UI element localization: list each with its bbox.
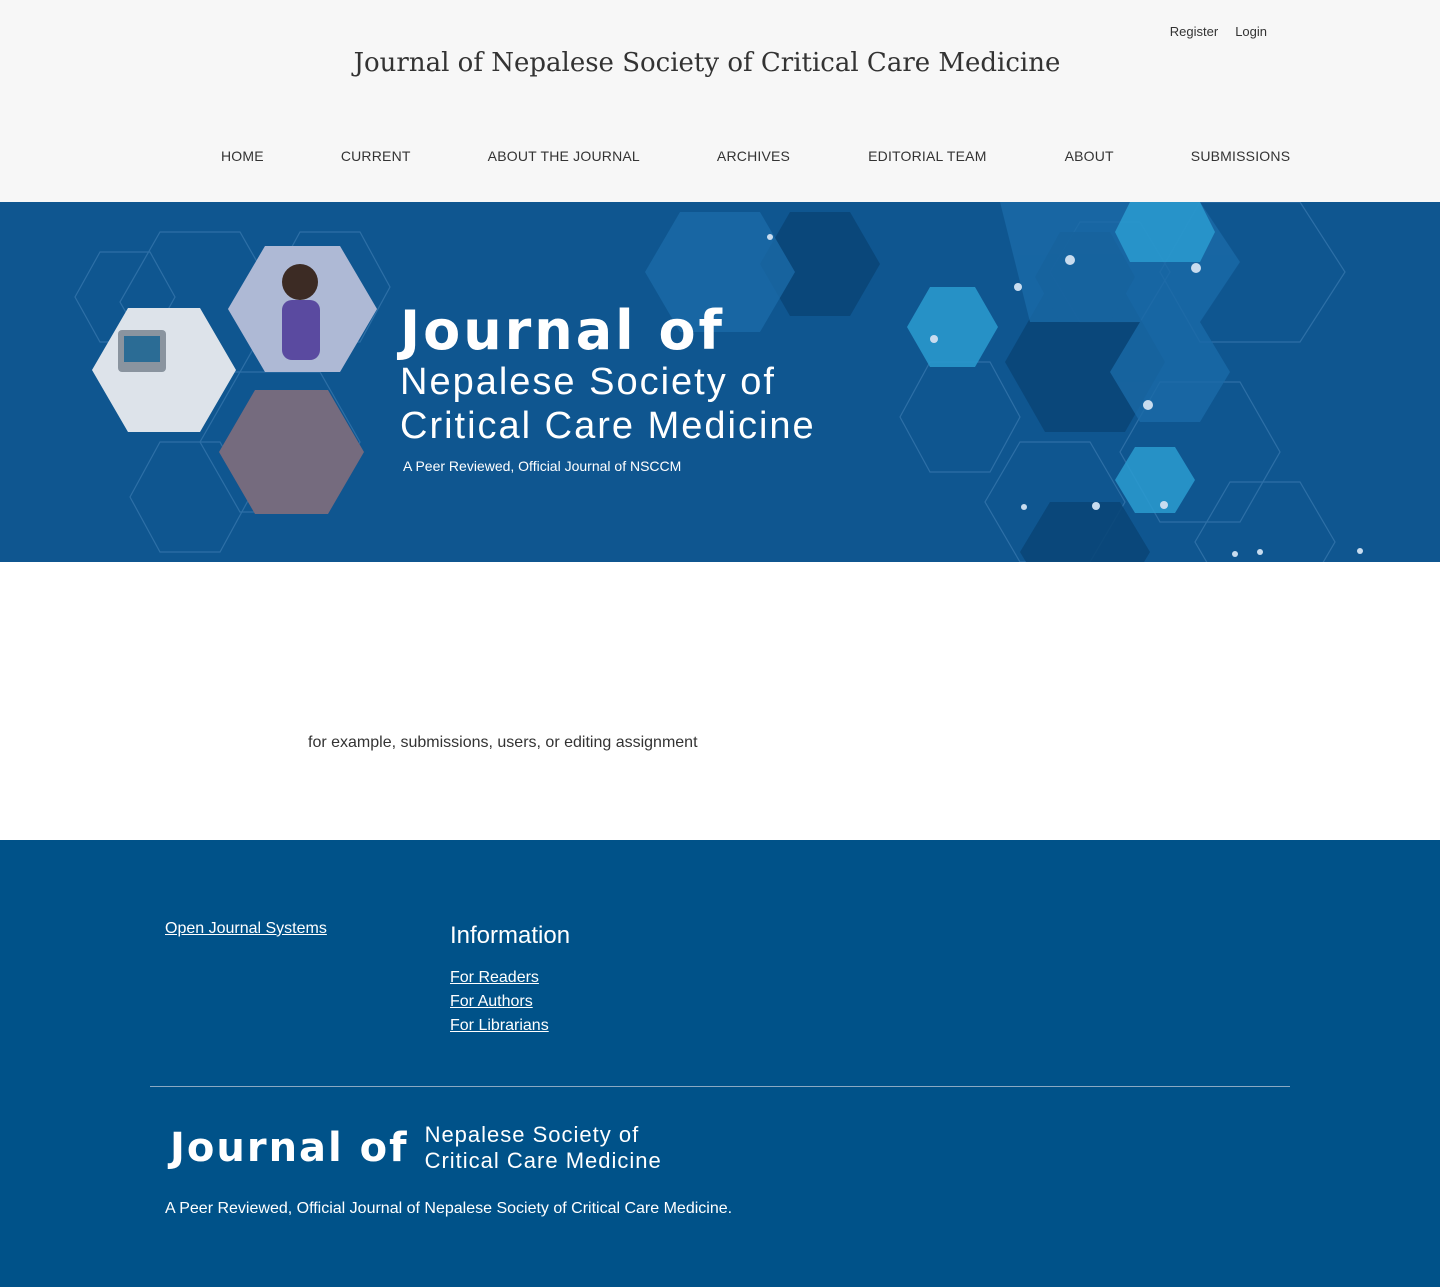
site-footer: Open Journal Systems Information For Rea… <box>0 840 1440 1287</box>
footer-description: A Peer Reviewed, Official Journal of Nep… <box>165 1200 733 1217</box>
login-link[interactable]: Login <box>1235 24 1267 39</box>
main-content-text: for example, submissions, users, or edit… <box>308 734 698 751</box>
open-journal-systems-link[interactable]: Open Journal Systems <box>165 920 327 938</box>
user-nav: Register Login <box>1170 24 1267 39</box>
banner-tagline: A Peer Reviewed, Official Journal of NSC… <box>403 458 682 474</box>
main-nav: HOME CURRENT ABOUT THE JOURNAL ARCHIVES … <box>221 148 1290 164</box>
site-title[interactable]: Journal of Nepalese Society of Critical … <box>0 48 1414 78</box>
footer-logo-text: Nepalese Society of Critical Care Medici… <box>425 1122 662 1174</box>
footer-divider <box>150 1086 1290 1087</box>
footer-logo-line-1: Nepalese Society of <box>424 1122 640 1147</box>
footer-logo-bold: Journal of <box>170 1125 409 1171</box>
banner-line-1: Journal of <box>400 299 726 362</box>
nav-archives[interactable]: ARCHIVES <box>717 148 790 164</box>
banner-line-3: Critical Care Medicine <box>400 405 816 447</box>
nav-current[interactable]: CURRENT <box>341 148 411 164</box>
banner-title: Journal of Nepalese Society of Critical … <box>400 299 816 475</box>
nav-submissions[interactable]: SUBMISSIONS <box>1191 148 1290 164</box>
footer-logo-line-2: Critical Care Medicine <box>424 1148 662 1173</box>
footer-logo: Journal of Nepalese Society of Critical … <box>170 1122 662 1174</box>
information-heading: Information <box>450 922 571 949</box>
register-link[interactable]: Register <box>1170 24 1218 39</box>
nav-about-the-journal[interactable]: ABOUT THE JOURNAL <box>488 148 640 164</box>
nav-home[interactable]: HOME <box>221 148 264 164</box>
nav-editorial-team[interactable]: EDITORIAL TEAM <box>868 148 986 164</box>
nav-about[interactable]: ABOUT <box>1065 148 1114 164</box>
banner-line-2: Nepalese Society of <box>400 361 776 403</box>
site-header: Register Login Journal of Nepalese Socie… <box>0 0 1440 202</box>
for-authors-link[interactable]: For Authors <box>450 990 570 1014</box>
for-readers-link[interactable]: For Readers <box>450 966 570 990</box>
for-librarians-link[interactable]: For Librarians <box>450 1014 570 1038</box>
information-block: Information For Readers For Authors For … <box>450 922 570 1038</box>
journal-banner: Journal of Nepalese Society of Critical … <box>0 202 1440 562</box>
